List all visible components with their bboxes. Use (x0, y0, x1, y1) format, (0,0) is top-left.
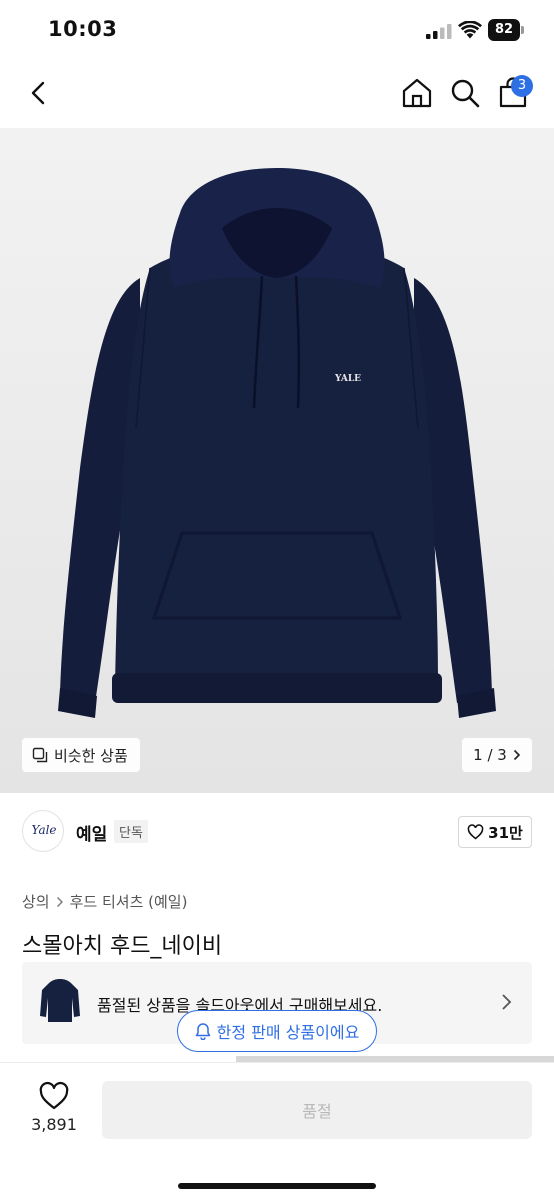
brand-like-button[interactable]: 31만 (458, 816, 532, 848)
heart-icon (467, 824, 484, 840)
wifi-icon (458, 21, 482, 39)
search-icon[interactable] (448, 76, 482, 110)
bottom-purchase-bar: 3,891 품절 (0, 1062, 554, 1200)
home-indicator (178, 1183, 376, 1189)
breadcrumb-item-subcategory[interactable]: 후드 티셔츠 (예일) (70, 891, 188, 912)
limited-sale-text: 한정 판매 상품이에요 (216, 1023, 360, 1042)
limited-sale-tooltip: 한정 판매 상품이에요 (177, 1010, 377, 1052)
product-thumbnail (40, 979, 80, 1022)
exclusive-badge: 단독 (114, 820, 148, 843)
breadcrumb: 상의 후드 티셔츠 (예일) (22, 891, 187, 912)
similar-products-icon (32, 747, 48, 763)
brand-logo[interactable]: Yale (22, 810, 64, 852)
soldout-buy-button[interactable]: 품절 (102, 1081, 532, 1139)
brand-row: Yale 예일 단독 31만 (0, 808, 554, 854)
battery-indicator: 82 (488, 19, 524, 41)
brand-like-count: 31만 (488, 823, 523, 842)
brand-logo-text: Yale (31, 823, 57, 837)
product-title: 스몰아치 후드_네이비 (22, 934, 223, 959)
battery-level: 82 (488, 19, 520, 41)
brand-name[interactable]: 예일 (76, 820, 107, 845)
image-page-indicator[interactable]: 1 / 3 (462, 738, 532, 772)
chevron-right-icon (513, 749, 520, 761)
hoodie-image: YALE (0, 128, 554, 793)
hoodie-logo-text: YALE (334, 374, 361, 384)
chevron-right-icon (502, 994, 512, 1010)
battery-tip (521, 26, 524, 34)
status-bar: 10:03 82 (0, 0, 554, 62)
breadcrumb-item-category[interactable]: 상의 (22, 891, 50, 912)
back-icon[interactable] (24, 78, 54, 108)
status-time: 10:03 (48, 17, 118, 41)
product-image-carousel[interactable]: YALE 비슷한 상품 1 / 3 (0, 128, 554, 793)
home-icon[interactable] (400, 76, 434, 110)
chevron-right-icon (56, 896, 63, 907)
similar-products-label: 비슷한 상품 (54, 746, 128, 765)
bell-icon (195, 1023, 210, 1040)
wishlist-count: 3,891 (31, 1115, 77, 1134)
navigation-bar: 3 (0, 62, 554, 128)
image-page-number: 1 / 3 (473, 746, 507, 764)
similar-products-button[interactable]: 비슷한 상품 (22, 738, 140, 772)
cart-count-badge: 3 (511, 75, 533, 97)
heart-icon[interactable] (38, 1081, 70, 1111)
signal-icon (426, 24, 452, 39)
